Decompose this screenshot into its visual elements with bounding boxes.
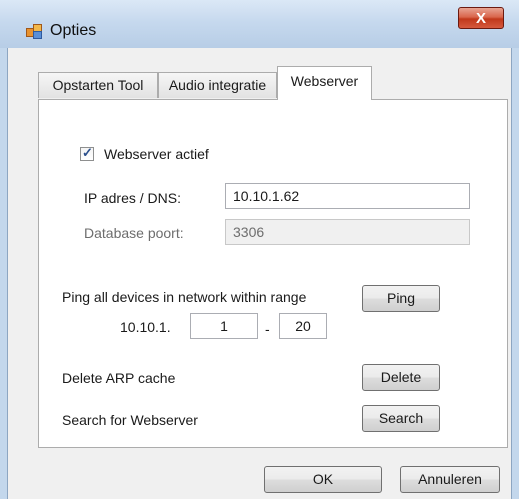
database-port-input: 3306 bbox=[225, 219, 470, 245]
options-dialog: Opties X Opstarten Tool Audio integratie… bbox=[0, 0, 519, 499]
webserver-active-label[interactable]: Webserver actief bbox=[104, 146, 209, 162]
window-frame-right bbox=[511, 48, 519, 499]
ping-ip-prefix: 10.10.1. bbox=[120, 319, 171, 335]
window-frame-left bbox=[0, 48, 8, 499]
ok-button[interactable]: OK bbox=[264, 466, 382, 493]
tab-opstarten-tool[interactable]: Opstarten Tool bbox=[38, 72, 158, 98]
ip-address-input[interactable]: 10.10.1.62 bbox=[225, 183, 470, 209]
tab-audio-integratie[interactable]: Audio integratie bbox=[158, 72, 277, 98]
database-port-label: Database poort: bbox=[84, 225, 184, 241]
ping-range-label: Ping all devices in network within range bbox=[62, 289, 307, 305]
search-button[interactable]: Search bbox=[362, 405, 440, 432]
delete-arp-label: Delete ARP cache bbox=[62, 370, 176, 386]
delete-arp-button[interactable]: Delete bbox=[362, 364, 440, 391]
webserver-active-checkbox[interactable]: ✓ bbox=[80, 145, 94, 161]
ping-range-start-input[interactable]: 1 bbox=[190, 313, 258, 339]
ping-range-end-input[interactable]: 20 bbox=[279, 313, 327, 339]
checkmark-icon: ✓ bbox=[82, 145, 93, 160]
ping-button[interactable]: Ping bbox=[362, 285, 440, 312]
app-icon bbox=[26, 24, 42, 39]
tab-webserver[interactable]: Webserver bbox=[277, 66, 372, 100]
title-bar[interactable]: Opties X bbox=[0, 0, 519, 48]
ip-address-label: IP adres / DNS: bbox=[84, 190, 182, 206]
window-title: Opties bbox=[50, 22, 97, 39]
cancel-button[interactable]: Annuleren bbox=[400, 466, 500, 493]
close-button[interactable]: X bbox=[458, 7, 504, 29]
search-webserver-label: Search for Webserver bbox=[62, 412, 198, 428]
range-separator: - bbox=[265, 321, 270, 337]
